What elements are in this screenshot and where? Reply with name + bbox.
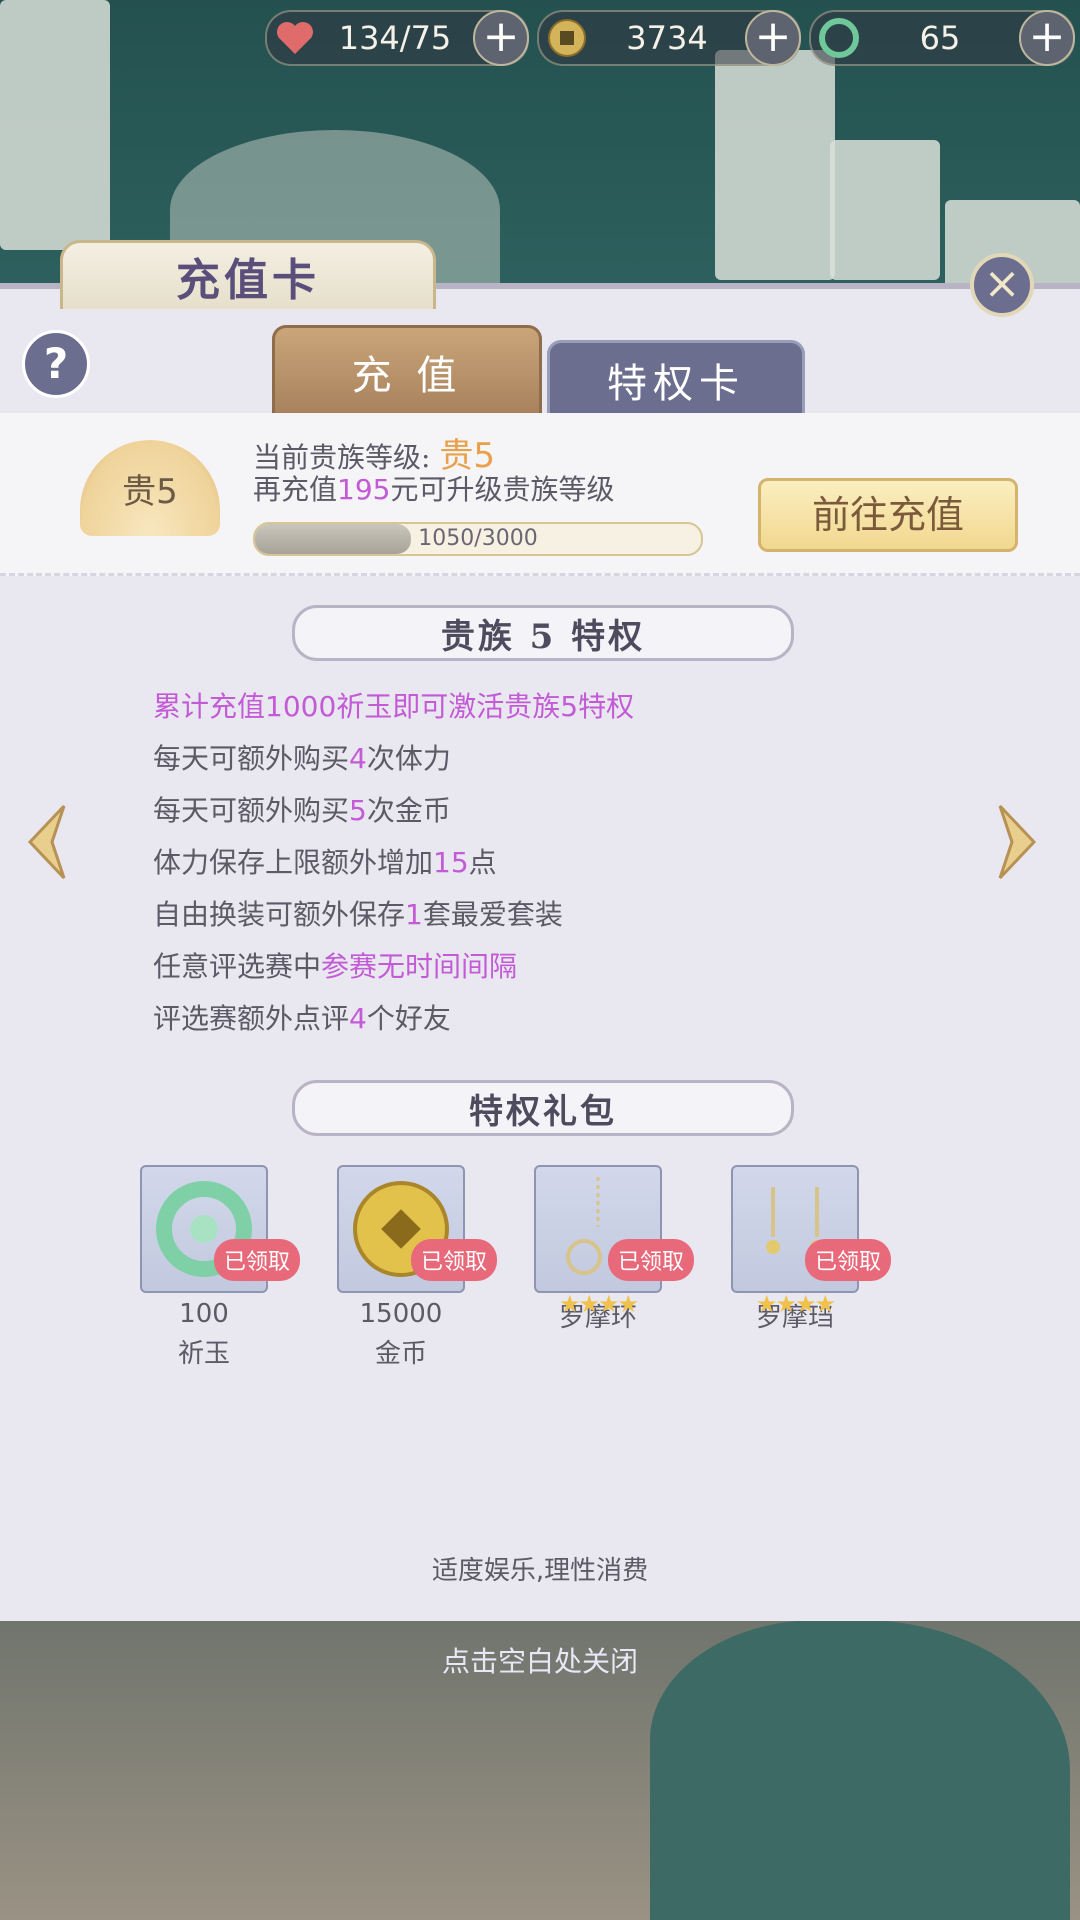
coin-value: 3734 (626, 19, 708, 57)
perk-highlight: 参赛无时间间隔 (321, 950, 518, 983)
upgrade-suffix: 元可升级贵族等级 (390, 473, 615, 506)
perk-line-6: 任意评选赛中参赛无时间间隔 (153, 945, 517, 985)
stamina-value: 134/75 (338, 19, 452, 57)
perk-text: 套最爱套装 (422, 898, 563, 931)
gift-icon-frame: 已领取 (337, 1165, 497, 1293)
perk-text: 个好友 (366, 1002, 451, 1035)
privilege-header: 贵族 5 特权 (292, 605, 794, 661)
perk-highlight: 4 (349, 742, 367, 775)
perk-text: 每天可额外购买 (153, 794, 350, 827)
perk-text: 评选赛额外点评 (153, 1002, 350, 1035)
gift-item[interactable]: 已领取 ★★★★ 罗摩珰 (731, 1165, 891, 1334)
perk-line-4: 体力保存上限额外增加15点 (153, 841, 497, 881)
perk-line-7: 评选赛额外点评4个好友 (153, 997, 451, 1037)
jade-counter: 65 + (809, 10, 1075, 66)
coin-counter: 3734 + (537, 10, 801, 66)
perk-text: 累计充值1000祈玉即可激活贵族5特权 (153, 690, 635, 723)
gift-item[interactable]: 已领取 ★★★★ 罗摩环 (534, 1165, 694, 1334)
perk-text: 次金币 (366, 794, 451, 827)
perk-highlight: 4 (349, 1002, 367, 1035)
claimed-badge: 已领取 (411, 1239, 497, 1281)
tab-recharge[interactable]: 充 值 (272, 325, 542, 416)
go-recharge-button[interactable]: 前往充值 (758, 478, 1018, 552)
vip-progress-bar: 1050/3000 (253, 522, 703, 556)
vip-badge-label: 贵5 (122, 471, 178, 512)
jade-icon (817, 16, 861, 60)
perk-line-2: 每天可额外购买4次体力 (153, 737, 451, 777)
next-arrow-button[interactable] (990, 800, 1046, 884)
heart-icon (273, 16, 317, 60)
gift-item[interactable]: 已领取 15000 金币 (337, 1165, 497, 1370)
perk-line-3: 每天可额外购买5次金币 (153, 789, 451, 829)
stamina-counter: 134/75 + (265, 10, 529, 66)
chevron-right-icon (998, 804, 1037, 880)
prev-arrow-button[interactable] (18, 800, 74, 884)
upgrade-amount: 195 (337, 473, 391, 506)
claimed-badge: 已领取 (805, 1239, 891, 1281)
close-button[interactable]: × (970, 253, 1034, 317)
add-coin-button[interactable]: + (745, 10, 801, 66)
gift-name: 祈玉 (177, 1339, 230, 1369)
panel-title-banner: 充值卡 (60, 240, 436, 309)
perk-text: 次体力 (366, 742, 451, 775)
claimed-badge: 已领取 (214, 1239, 300, 1281)
panel-title: 充值卡 (176, 255, 320, 306)
coin-icon (545, 16, 589, 60)
tab-privilege-card[interactable]: 特权卡 (547, 340, 805, 416)
tap-blank-to-close-hint[interactable]: 点击空白处关闭 (0, 1640, 1080, 1680)
perk-highlight: 1 (405, 898, 423, 931)
perk-highlight: 15 (433, 846, 469, 879)
add-stamina-button[interactable]: + (473, 10, 529, 66)
perk-text: 体力保存上限额外增加 (153, 846, 434, 879)
footer-note: 适度娱乐,理性消费 (431, 1556, 649, 1586)
upgrade-prefix: 再充值 (253, 473, 338, 506)
perk-text: 任意评选赛中 (153, 950, 322, 983)
gift-icon-frame: 已领取 (140, 1165, 300, 1293)
rarity-stars: ★★★★ (558, 1290, 639, 1318)
add-jade-button[interactable]: + (1019, 10, 1075, 66)
gift-item[interactable]: 已领取 100 祈玉 (140, 1165, 300, 1370)
rarity-stars: ★★★★ (755, 1290, 836, 1318)
gift-count: 100 (179, 1299, 229, 1329)
perk-text: 自由换装可额外保存 (153, 898, 406, 931)
jade-value: 65 (919, 19, 961, 57)
gift-icon-frame: 已领取 (731, 1165, 891, 1293)
gift-header: 特权礼包 (292, 1080, 794, 1136)
perk-highlight: 5 (349, 794, 367, 827)
claimed-badge: 已领取 (608, 1239, 694, 1281)
perk-line-1: 累计充值1000祈玉即可激活贵族5特权 (153, 685, 634, 725)
gift-name: 金币 (374, 1339, 427, 1369)
gift-icon-frame: 已领取 (534, 1165, 694, 1293)
perk-line-5: 自由换装可额外保存1套最爱套装 (153, 893, 563, 933)
perk-text: 每天可额外购买 (153, 742, 350, 775)
vip-upgrade-text: 再充值195元可升级贵族等级 (253, 468, 614, 508)
chevron-left-icon (27, 804, 66, 880)
perk-text: 点 (468, 846, 497, 879)
vip-progress-text: 1050/3000 (418, 526, 538, 551)
gift-count: 15000 (359, 1299, 443, 1329)
help-button[interactable]: ? (22, 330, 90, 398)
